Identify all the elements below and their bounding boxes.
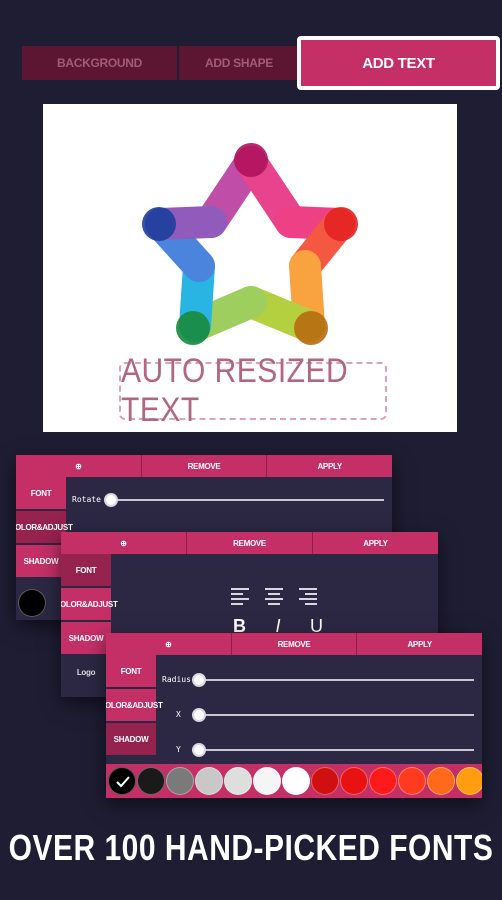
- color-swatch[interactable]: [311, 767, 339, 795]
- color-swatch[interactable]: [282, 767, 310, 795]
- sidebar-item-font[interactable]: FONT: [16, 477, 66, 511]
- x-slider[interactable]: [192, 708, 474, 722]
- panel-sidebar: FONT COLOR&ADJUST SHADOW: [106, 655, 163, 757]
- promo-caption: OVER 100 HAND-PICKED FONTS: [8, 828, 494, 869]
- move-icon[interactable]: ⊕: [61, 532, 187, 554]
- color-swatch[interactable]: [137, 767, 165, 795]
- swatch-black[interactable]: [18, 589, 46, 617]
- sidebar-item-color-adjust[interactable]: COLOR&ADJUST: [16, 511, 73, 545]
- tab-add-shape[interactable]: ADD SHAPE: [179, 46, 299, 80]
- tab-bar: BACKGROUND ADD SHAPE ADD TEXT: [22, 36, 500, 90]
- color-swatch[interactable]: [398, 767, 426, 795]
- color-swatch[interactable]: [108, 767, 136, 795]
- remove-button[interactable]: REMOVE: [187, 532, 313, 554]
- panel-toolbar: ⊕ REMOVE APPLY: [61, 532, 438, 554]
- tab-add-text[interactable]: ADD TEXT: [297, 36, 500, 90]
- radius-slider[interactable]: [192, 673, 474, 687]
- sidebar-item-logo[interactable]: Logo: [61, 656, 111, 690]
- radius-knob[interactable]: [192, 673, 206, 687]
- remove-button[interactable]: REMOVE: [142, 455, 268, 477]
- canvas-text[interactable]: AUTO RESIZED TEXT: [121, 352, 385, 430]
- color-swatch[interactable]: [253, 767, 281, 795]
- apply-button[interactable]: APPLY: [267, 455, 392, 477]
- move-icon[interactable]: ⊕: [106, 633, 232, 655]
- color-swatch[interactable]: [456, 767, 482, 795]
- sidebar-item-font[interactable]: FONT: [106, 655, 156, 689]
- color-swatch[interactable]: [166, 767, 194, 795]
- design-canvas[interactable]: AUTO RESIZED TEXT: [43, 104, 457, 432]
- rotate-knob[interactable]: [104, 493, 118, 507]
- remove-button[interactable]: REMOVE: [232, 633, 358, 655]
- panel-sidebar: FONT COLOR&ADJUST SHADOW: [16, 477, 73, 579]
- rotate-label: Rotate: [72, 495, 101, 504]
- tab-background[interactable]: BACKGROUND: [22, 46, 177, 80]
- rotate-slider[interactable]: [104, 493, 384, 507]
- editor-panel-3: ⊕ REMOVE APPLY FONT COLOR&ADJUST SHADOW …: [106, 633, 482, 798]
- color-swatch[interactable]: [195, 767, 223, 795]
- color-swatch[interactable]: [427, 767, 455, 795]
- color-swatch-row: [106, 764, 482, 798]
- y-label: Y: [176, 745, 181, 754]
- check-icon: [116, 776, 130, 788]
- panel-toolbar: ⊕ REMOVE APPLY: [106, 633, 482, 655]
- y-slider[interactable]: [192, 743, 474, 757]
- radius-label: Radius: [162, 675, 191, 684]
- align-icons[interactable]: [231, 587, 321, 609]
- color-swatch[interactable]: [224, 767, 252, 795]
- color-swatch[interactable]: [340, 767, 368, 795]
- sidebar-item-color-adjust[interactable]: COLOR&ADJUST: [61, 588, 118, 622]
- move-icon[interactable]: ⊕: [16, 455, 142, 477]
- sidebar-item-font[interactable]: FONT: [61, 554, 111, 588]
- x-label: X: [176, 710, 181, 719]
- y-knob[interactable]: [192, 743, 206, 757]
- apply-button[interactable]: APPLY: [357, 633, 482, 655]
- sidebar-item-shadow[interactable]: SHADOW: [61, 622, 111, 656]
- panel-toolbar: ⊕ REMOVE APPLY: [16, 455, 392, 477]
- panel-sidebar: FONT COLOR&ADJUST SHADOW Logo: [61, 554, 118, 690]
- sidebar-item-color-adjust[interactable]: COLOR&ADJUST: [106, 689, 163, 723]
- sidebar-item-shadow[interactable]: SHADOW: [16, 545, 66, 579]
- sidebar-item-shadow[interactable]: SHADOW: [106, 723, 156, 757]
- x-knob[interactable]: [192, 708, 206, 722]
- color-swatch[interactable]: [369, 767, 397, 795]
- apply-button[interactable]: APPLY: [313, 532, 438, 554]
- text-box[interactable]: AUTO RESIZED TEXT: [119, 352, 387, 429]
